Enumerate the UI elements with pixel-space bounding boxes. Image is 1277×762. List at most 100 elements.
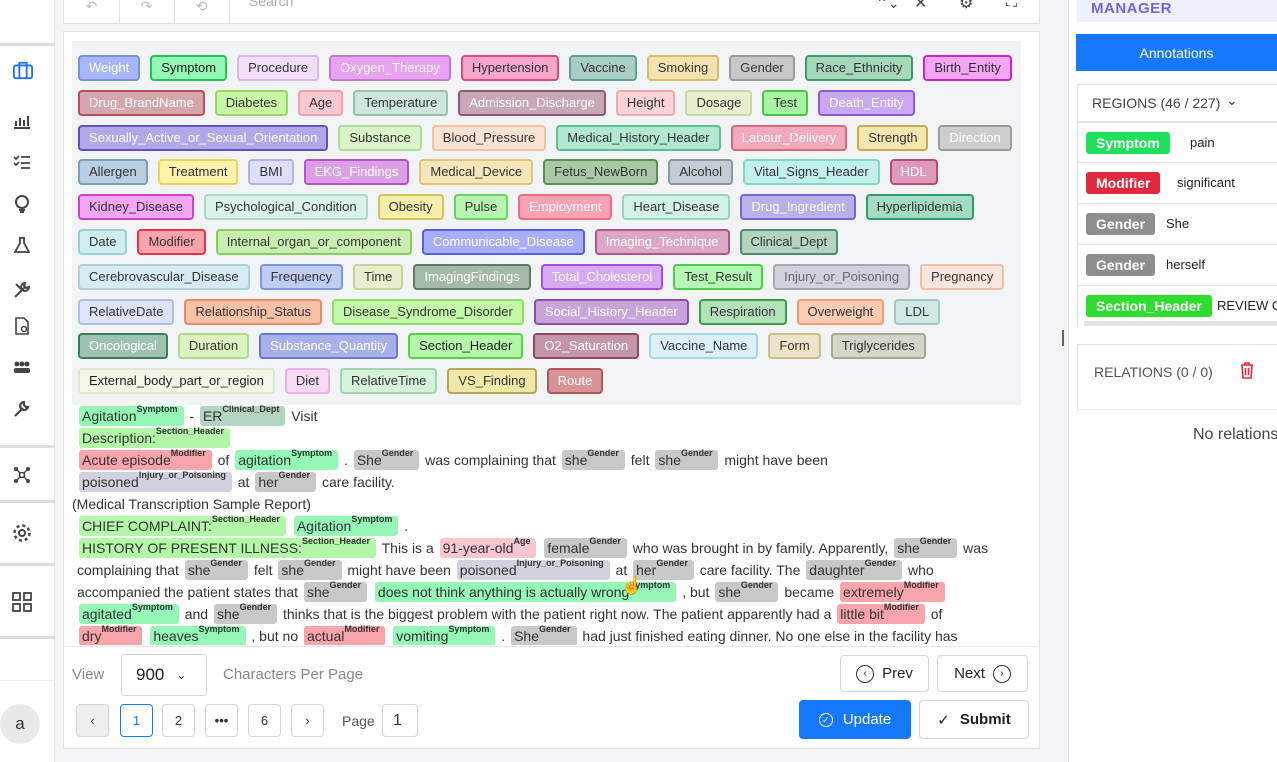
label-option[interactable]: RelativeTime (340, 368, 438, 394)
trash-icon[interactable] (1240, 362, 1254, 379)
submit-button[interactable]: ✓ Submit (919, 700, 1029, 739)
network-icon[interactable] (12, 465, 32, 485)
users-icon[interactable] (12, 357, 32, 377)
label-option[interactable]: RelativeDate (78, 299, 175, 325)
annotated-token[interactable]: sheGender (715, 580, 779, 602)
prev-button[interactable]: ‹ Prev (840, 655, 929, 692)
regions-scrollbar[interactable] (1084, 321, 1277, 326)
page-ellipsis-button[interactable]: ••• (205, 704, 238, 737)
label-option[interactable]: Oxygen_Therapy (329, 55, 451, 81)
annotated-token[interactable]: actualModifier (304, 624, 386, 645)
fullscreen-icon[interactable]: ⛶ (1006, 0, 1017, 11)
reset-button[interactable]: ⟲ (174, 0, 230, 23)
label-option[interactable]: Cerebrovascular_Disease (78, 264, 250, 290)
label-option[interactable]: Route (546, 368, 604, 394)
page-button[interactable]: 6 (248, 704, 281, 737)
label-option[interactable]: Duration (177, 333, 250, 359)
label-option[interactable]: Respiration (698, 299, 787, 325)
annotated-token[interactable]: heavesSymptom (150, 624, 246, 645)
label-option[interactable]: Allergen (78, 159, 148, 185)
tab-annotations[interactable]: Annotations (1076, 34, 1277, 71)
label-option[interactable]: Pulse (453, 194, 509, 220)
search-input[interactable]: Search (249, 0, 293, 9)
label-option[interactable]: Admission_Discharge (458, 90, 606, 116)
annotated-token[interactable]: extremelyModifier (840, 580, 945, 602)
annotated-token[interactable]: ERClinical_Dept (199, 405, 286, 426)
lightbulb-icon[interactable] (12, 194, 32, 214)
annotated-token[interactable]: dryModifier (79, 624, 143, 645)
annotated-token[interactable]: SheGender (353, 448, 420, 470)
annotated-token[interactable]: Description:Section_Header (79, 426, 230, 448)
annotated-token[interactable]: sheGender (184, 558, 248, 580)
annotated-token[interactable]: femaleGender (544, 536, 627, 558)
label-option[interactable]: Death_Entity (818, 90, 915, 116)
label-option[interactable]: Alcohol (668, 159, 733, 185)
label-option[interactable]: Substance (338, 125, 422, 151)
label-option[interactable]: Symptom (150, 55, 228, 81)
label-option[interactable]: Blood_Pressure (431, 125, 547, 151)
label-option[interactable]: Substance_Quantity (259, 333, 399, 359)
label-option[interactable]: Diet (284, 368, 331, 394)
search-navigate-icon[interactable]: ⌃⌄ (876, 0, 899, 12)
per-page-select[interactable]: 900 ⌄ (121, 654, 207, 696)
label-option[interactable]: Social_History_Header (533, 299, 689, 325)
label-option[interactable]: Modifier (137, 229, 206, 255)
tools-icon[interactable] (12, 280, 32, 300)
label-option[interactable]: Oncological (78, 333, 168, 359)
annotated-token[interactable]: SheGender (511, 624, 577, 645)
label-option[interactable]: Drug_Ingredient (740, 194, 856, 220)
label-option[interactable]: Heart_Disease (622, 194, 731, 220)
label-option[interactable]: Vital_Signs_Header (742, 159, 880, 185)
label-option[interactable]: Treatment (157, 159, 239, 185)
label-option[interactable]: Imaging_Technique (594, 229, 730, 255)
annotated-token[interactable]: sheGender (213, 602, 278, 624)
label-option[interactable]: Birth_Entity (923, 55, 1012, 81)
label-option[interactable]: Procedure (237, 55, 320, 81)
label-option[interactable]: Height (615, 90, 676, 116)
annotated-token[interactable]: little bitModifier (837, 602, 925, 624)
page-prev-button[interactable]: ‹ (76, 704, 109, 737)
annotated-text[interactable]: AgitationSymptom - ERClinical_Dept Visit… (72, 405, 1012, 645)
annotated-token[interactable]: sheGender (655, 448, 719, 470)
label-option[interactable]: Vaccine_Name (649, 333, 759, 359)
label-option[interactable]: External_body_part_or_region (78, 368, 275, 394)
label-option[interactable]: VS_Finding (447, 368, 537, 394)
label-option[interactable]: Dosage (685, 90, 753, 116)
wrench-icon[interactable] (12, 399, 32, 419)
label-option[interactable]: Hyperlipidemia (865, 194, 974, 220)
document-settings-icon[interactable] (12, 316, 32, 336)
annotated-token[interactable]: AgitationSymptom (293, 514, 399, 536)
flask-icon[interactable] (12, 235, 32, 255)
regions-header[interactable]: REGIONS (46 / 227) ⌄ (1077, 84, 1277, 122)
label-option[interactable]: Test_Result (673, 264, 764, 290)
label-option[interactable]: Fetus_NewBorn (543, 159, 659, 185)
label-option[interactable]: Kidney_Disease (78, 194, 194, 220)
annotated-token[interactable]: poisonedInjury_or_Poisoning (79, 470, 232, 492)
annotated-token[interactable]: CHIEF COMPLAINT:Section_Header (79, 514, 286, 536)
label-option[interactable]: Injury_or_Poisoning (773, 264, 911, 290)
region-item[interactable]: Gender herself (1077, 244, 1277, 285)
label-option[interactable]: Time (352, 264, 404, 290)
apps-grid-icon[interactable] (12, 592, 32, 612)
close-icon[interactable]: ✕ (914, 0, 927, 13)
label-option[interactable]: Psychological_Condition (203, 194, 368, 220)
panel-resize-handle[interactable] (1062, 330, 1064, 346)
label-option[interactable]: Overweight (796, 299, 885, 325)
annotated-token[interactable]: sheGender (303, 580, 368, 602)
label-option[interactable]: Hypertension (460, 55, 560, 81)
annotated-token[interactable]: HISTORY OF PRESENT ILLNESS:Section_Heade… (79, 536, 376, 558)
label-option[interactable]: Relationship_Status (184, 299, 323, 325)
label-option[interactable]: Smoking (646, 55, 720, 81)
label-option[interactable]: Diabetes (214, 90, 289, 116)
label-option[interactable]: ImagingFindings (413, 264, 531, 290)
label-option[interactable]: LDL (894, 299, 941, 325)
projects-icon[interactable] (13, 60, 33, 80)
label-option[interactable]: Employment (518, 194, 613, 220)
label-option[interactable]: Internal_organ_or_component (215, 229, 412, 255)
tasks-icon[interactable] (12, 152, 32, 172)
region-item[interactable]: Modifier significant (1077, 162, 1277, 203)
label-option[interactable]: Vaccine (569, 55, 637, 81)
label-option[interactable]: Section_Header (408, 333, 524, 359)
page-next-button[interactable]: › (291, 704, 324, 737)
label-option[interactable]: Total_Cholesterol (540, 264, 664, 290)
